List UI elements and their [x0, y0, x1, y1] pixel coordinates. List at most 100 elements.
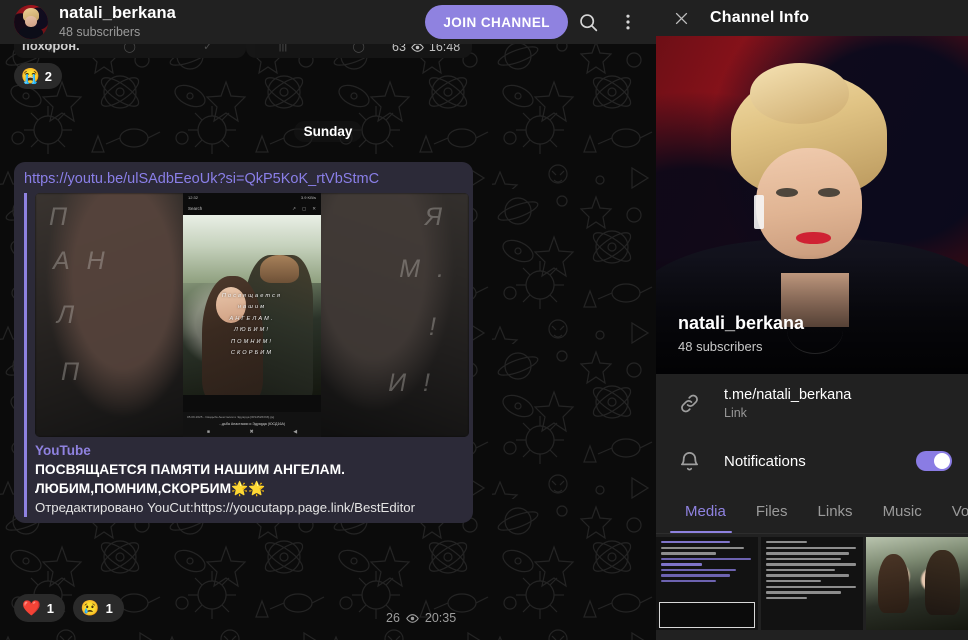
photo-earring	[754, 194, 764, 229]
inner-phone-screenshot: 12:32 3.9 KB/s Search ↗ ▢ ✕ Посвящается …	[183, 193, 321, 437]
thumb-line	[661, 568, 737, 572]
thumb-line	[661, 574, 730, 577]
inner-statusbar-left: 12:32	[188, 195, 199, 200]
profile-subscribers: 48 subscribers	[678, 339, 763, 354]
thumb-line	[766, 541, 808, 544]
video-preview-thumbnail[interactable]: П А Н Л П Я М . ! И ! 12:32 3.9 KB/s Sea…	[35, 193, 469, 437]
inner-appbar-title: Search	[188, 206, 203, 211]
info-row-link-text: t.me/natali_berkana Link	[714, 386, 952, 421]
inner-statusbar: 12:32 3.9 KB/s	[183, 193, 321, 202]
channel-avatar[interactable]	[14, 5, 48, 39]
reaction-pill-heart[interactable]: ❤️ 1	[14, 594, 65, 622]
overlay-line-4: ЛЮБИМ!	[233, 327, 270, 334]
info-row-link[interactable]: t.me/natali_berkana Link	[656, 374, 968, 432]
sad-count: 1	[105, 600, 113, 616]
crop-icon: ▢	[301, 205, 307, 211]
chat-header: natali_berkana 48 subscribers JOIN CHANN…	[0, 0, 656, 44]
channel-info-panel: Channel Info natali_berkana 48 subscribe…	[656, 0, 968, 640]
link-label: Link	[724, 405, 747, 420]
thumb-figure-right	[925, 550, 960, 616]
notifications-label: Notifications	[724, 452, 806, 470]
avatar-body	[18, 27, 44, 39]
telegram-channel-screen: Комментарий ||| ◯ ✓	[0, 0, 968, 640]
tab-links[interactable]: Links	[803, 490, 868, 534]
embed-title: ПОСВЯЩАЕТСЯ ПАМЯТИ НАШИМ АНГЕЛАМ. ЛЮБИМ,…	[35, 460, 463, 498]
profile-photo[interactable]: natali_berkana 48 subscribers	[656, 36, 968, 374]
home-icon: ✖	[249, 428, 254, 435]
thumb-line	[766, 563, 857, 566]
channel-title-group[interactable]: natali_berkana 48 subscribers	[59, 4, 425, 40]
message-meta: 26 20:35	[386, 611, 456, 625]
notifications-toggle[interactable]	[916, 451, 952, 471]
sad-emoji: 😢	[80, 599, 100, 617]
photo-overlay-text: Посвящается нашим АНГЕЛАМ. ЛЮБИМ! ПОМНИМ…	[183, 291, 321, 360]
thumb-line	[661, 557, 752, 561]
embed-title-line-2: ЛЮБИМ,ПОМНИМ,СКОРБИМ🌟🌟	[35, 481, 266, 496]
preview-blur-right	[309, 193, 469, 437]
photo-lips	[796, 232, 831, 244]
back-icon: ◀	[293, 428, 298, 435]
date-pill-sunday-label: Sunday	[293, 121, 363, 142]
thumb-line	[661, 552, 717, 555]
close-icon[interactable]	[666, 3, 696, 33]
info-row-notifications-text: Notifications	[714, 453, 916, 470]
media-thumbnail[interactable]	[866, 537, 968, 630]
overlay-line-1: Посвящается	[221, 292, 283, 299]
share-icon: ↗	[292, 205, 296, 211]
photo-groom-hair	[260, 254, 299, 284]
thumb-line	[661, 580, 717, 583]
tab-music[interactable]: Music	[868, 490, 937, 534]
crying-emoji: 😭	[21, 67, 40, 85]
thumb-inner-frame	[659, 602, 755, 628]
embed-meta: YouTube ПОСВЯЩАЕТСЯ ПАМЯТИ НАШИМ АНГЕЛАМ…	[35, 437, 463, 517]
info-panel-header: Channel Info	[656, 0, 968, 36]
thumb-line	[766, 596, 808, 600]
thumb-line	[766, 546, 857, 549]
message-bubble[interactable]: https://youtu.be/ulSAdbEeoUk?si=QkP5KoK_…	[14, 162, 473, 523]
link-preview-embed[interactable]: П А Н Л П Я М . ! И ! 12:32 3.9 KB/s Sea…	[24, 193, 469, 517]
profile-name: natali_berkana	[678, 313, 805, 333]
active-tab-underline	[670, 530, 732, 533]
overlay-line-5: ПОМНИМ!	[230, 338, 274, 345]
photo-hair-bun	[749, 63, 850, 124]
media-thumbnail[interactable]	[656, 537, 758, 630]
thumb-line	[766, 568, 835, 572]
inner-photo: Посвящается нашим АНГЕЛАМ. ЛЮБИМ! ПОМНИМ…	[183, 215, 321, 395]
embed-description: Отредактировано YouCut:https://youcutapp…	[35, 500, 416, 515]
inner-filename: 05.09.2025 - Свадьба Анастасии и Эдуарда…	[187, 415, 275, 419]
eye-icon	[406, 612, 419, 625]
preview-blur-left	[35, 193, 195, 437]
thumb-line	[661, 541, 730, 544]
join-channel-button[interactable]: JOIN CHANNEL	[425, 5, 568, 39]
overlay-line-6: СКОРБИМ	[230, 350, 274, 357]
search-icon[interactable]	[568, 2, 608, 42]
embed-site-name: YouTube	[35, 443, 91, 458]
tab-files[interactable]: Files	[741, 490, 803, 534]
message-reactions: ❤️ 1 😢 1	[14, 594, 124, 622]
info-panel-tabs: Media Files Links Music Voice	[656, 490, 968, 534]
overlay-line-3: АНГЕЛАМ.	[229, 315, 275, 322]
embed-title-line-1: ПОСВЯЩАЕТСЯ ПАМЯТИ НАШИМ АНГЕЛАМ.	[35, 462, 345, 477]
thumb-line	[766, 557, 842, 561]
message-link[interactable]: https://youtu.be/ulSAdbEeoUk?si=QkP5KoK_…	[24, 170, 463, 188]
more-vertical-icon[interactable]	[608, 2, 648, 42]
tab-voice[interactable]: Voice	[937, 490, 968, 534]
channel-name: natali_berkana	[59, 4, 176, 22]
reaction-pill-sad[interactable]: 😢 1	[72, 594, 124, 622]
photo-eye-right	[818, 188, 841, 197]
info-row-notifications[interactable]: Notifications	[656, 432, 968, 490]
tab-media[interactable]: Media	[670, 490, 741, 534]
overlay-line-2: нашим	[237, 304, 267, 311]
message-time: 20:35	[424, 611, 457, 625]
heart-emoji: ❤️	[22, 599, 41, 617]
link-icon	[678, 392, 714, 415]
inner-appbar: Search ↗ ▢ ✕	[183, 202, 321, 215]
heart-count: 1	[46, 600, 54, 616]
thumb-line	[661, 563, 703, 566]
reaction-pill-crying[interactable]: 😭 2	[14, 63, 62, 89]
inner-statusbar-right: 3.9 KB/s	[300, 195, 316, 200]
bell-icon	[678, 450, 714, 473]
media-thumbnail[interactable]	[761, 537, 863, 630]
info-panel-title: Channel Info	[710, 9, 810, 26]
chat-column: Комментарий ||| ◯ ✓	[0, 0, 656, 640]
